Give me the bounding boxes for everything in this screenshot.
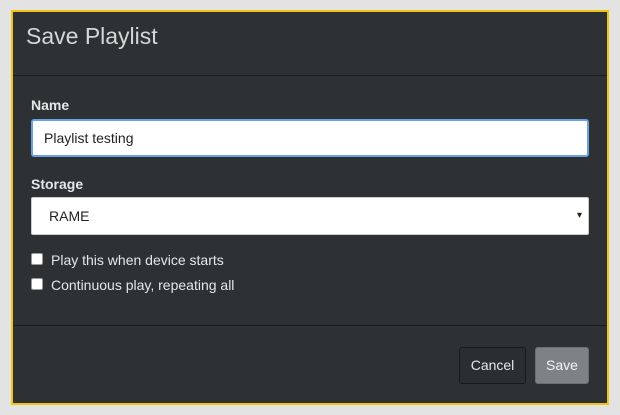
storage-label: Storage: [31, 176, 84, 192]
dropdown-arrow-icon: ▾: [576, 210, 582, 221]
continuous-play-checkbox[interactable]: [31, 278, 43, 290]
save-playlist-dialog: Save Playlist Name Storage RAME ▾ Play t…: [11, 10, 609, 405]
play-on-start-checkbox[interactable]: [31, 253, 43, 265]
dialog-title: Save Playlist: [26, 23, 158, 49]
name-label: Name: [31, 97, 70, 113]
save-button[interactable]: Save: [535, 347, 589, 384]
continuous-play-label: Continuous play, repeating all: [51, 277, 235, 293]
dialog-header: Save Playlist: [13, 12, 607, 76]
play-on-start-label: Play this when device starts: [51, 252, 224, 268]
name-input[interactable]: [31, 119, 589, 157]
cancel-button[interactable]: Cancel: [459, 347, 526, 384]
storage-select-value: RAME: [49, 208, 90, 224]
storage-select[interactable]: RAME ▾: [31, 197, 589, 235]
dialog-footer: Cancel Save: [13, 325, 607, 404]
